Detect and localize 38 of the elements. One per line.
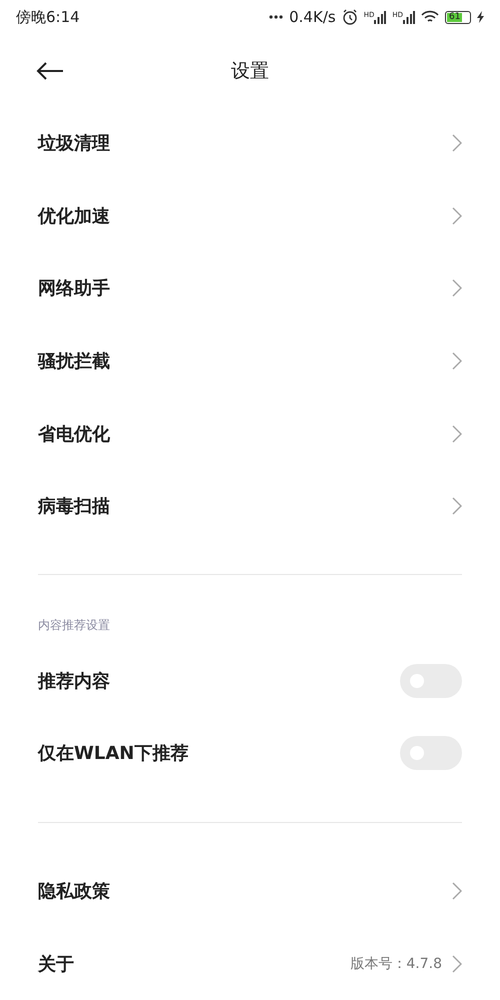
network-speed: 0.4K/s	[289, 8, 336, 26]
row-label: 优化加速	[38, 204, 110, 228]
version-label: 版本号：4.7.8	[350, 954, 442, 973]
row-label: 垃圾清理	[38, 132, 110, 156]
page-title: 设置	[231, 58, 269, 84]
chevron-right-icon	[452, 954, 462, 973]
signal-icon	[403, 10, 415, 24]
battery-level: 61	[448, 12, 460, 22]
chevron-right-icon	[452, 497, 462, 516]
row-label: 隐私政策	[38, 880, 110, 904]
section-heading: 内容推荐设置	[38, 617, 110, 634]
row-label: 网络助手	[38, 277, 110, 300]
dots-icon	[269, 15, 284, 20]
row-label: 省电优化	[38, 422, 110, 446]
status-time: 傍晚6:14	[16, 8, 80, 27]
settings-row[interactable]: 病毒扫描	[0, 470, 500, 542]
chevron-right-icon	[452, 134, 462, 152]
row-label: 仅在WLAN下推荐	[38, 742, 188, 766]
chevron-right-icon	[452, 352, 462, 370]
settings-row[interactable]: 网络助手	[0, 252, 500, 325]
chevron-right-icon	[452, 206, 462, 225]
row-label: 病毒扫描	[38, 495, 110, 518]
row-label: 骚扰拦截	[38, 350, 110, 373]
wifi-icon	[421, 10, 439, 24]
back-arrow-icon	[36, 62, 64, 80]
settings-row[interactable]: 垃圾清理	[0, 106, 500, 180]
chevron-right-icon	[452, 424, 462, 442]
settings-row[interactable]: 优化加速	[0, 179, 500, 252]
settings-row[interactable]: 骚扰拦截	[0, 324, 500, 398]
alarm-icon	[342, 9, 358, 26]
row-label: 关于	[38, 952, 74, 976]
chevron-right-icon	[452, 279, 462, 298]
signal-icon	[374, 10, 386, 24]
settings-row[interactable]: 隐私政策	[0, 854, 500, 928]
row-label: 推荐内容	[38, 670, 110, 693]
settings-row[interactable]: 省电优化	[0, 397, 500, 470]
settings-row[interactable]: 关于 版本号：4.7.8	[0, 927, 500, 1000]
chevron-right-icon	[452, 882, 462, 900]
